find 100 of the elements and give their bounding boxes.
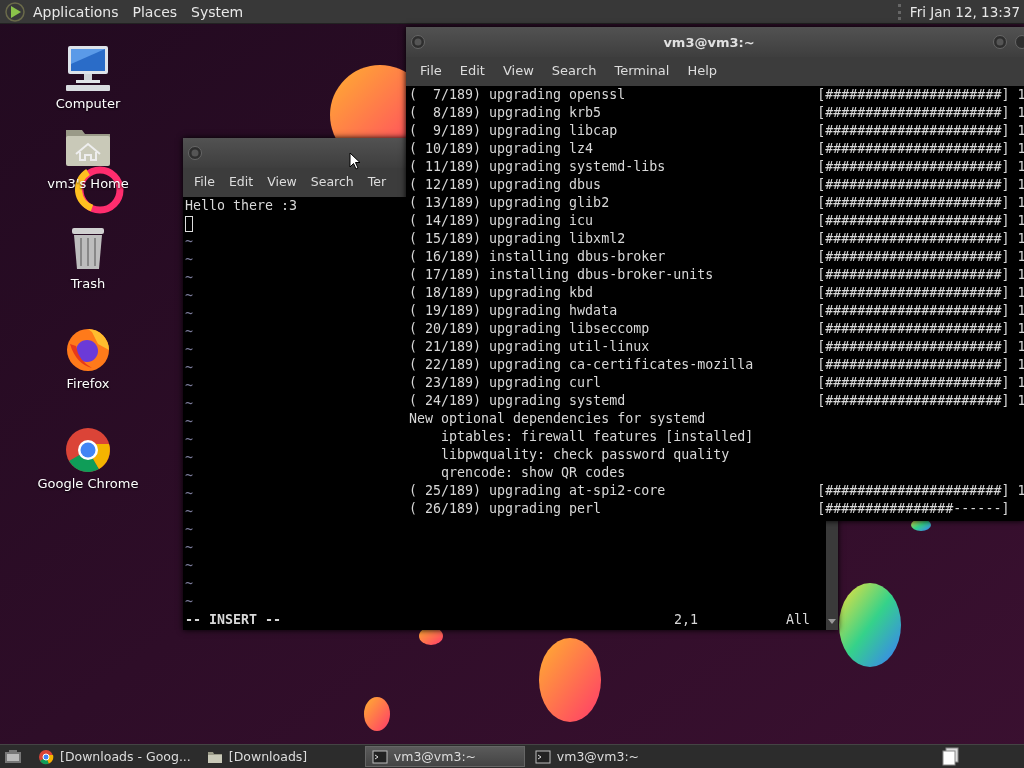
progress-bar-text: [######################] 1 [817, 284, 1024, 302]
terminal-line: ( 7/189) upgrading openssl [409, 87, 626, 102]
editor-line: Hello there :3 [185, 198, 298, 213]
empty-line-marker: ~ [185, 468, 193, 483]
menu-item[interactable]: Edit [451, 60, 493, 81]
terminal-line: ( 10/189) upgrading lz4 [409, 141, 594, 156]
empty-line-marker: ~ [185, 234, 193, 249]
terminal-icon [534, 748, 551, 765]
window-button-icon [992, 34, 1008, 50]
progress-bar-text: [######################] 1 [817, 104, 1024, 122]
progress-bar-text: [######################] 1 [817, 392, 1024, 410]
terminal-line: ( 11/189) upgrading systemd-libs [409, 159, 666, 174]
desktop-icon-label[interactable]: Google Chrome [37, 476, 139, 491]
terminal-line: ( 19/189) upgrading hwdata [409, 303, 618, 318]
terminal-line: ( 22/189) upgrading ca-certificates-mozilla [409, 357, 754, 372]
desktop-icon-label[interactable]: Firefox [66, 376, 110, 391]
progress-bar-text: [######################] 1 [817, 302, 1024, 320]
empty-line-marker: ~ [185, 396, 193, 411]
clock[interactable]: Fri Jan 12, 13:37 [903, 3, 1024, 20]
empty-line-marker: ~ [185, 486, 193, 501]
workspace-switcher-icon [941, 747, 960, 766]
terminal-line: qrencode: show QR codes [440, 464, 626, 482]
terminal-line: ( 13/189) upgrading glib2 [409, 195, 610, 210]
empty-line-marker: ~ [185, 504, 193, 519]
terminal-line: ( 18/189) upgrading kbd [409, 285, 594, 300]
progress-bar-text: [######################] 1 [817, 320, 1024, 338]
menu-item[interactable]: File [187, 171, 222, 192]
terminal-line: ( 20/189) upgrading libseccomp [409, 321, 650, 336]
progress-bar-text: [######################] 1 [817, 374, 1024, 392]
terminal-icon [371, 748, 388, 765]
terminal-line: New optional dependencies for systemd [409, 410, 706, 428]
menu-item[interactable]: Search [543, 60, 605, 81]
panel-menu[interactable]: System [184, 1, 251, 22]
editor-mode: -- INSERT -- [185, 611, 282, 629]
terminal-line: iptables: firewall features [installed] [440, 428, 754, 446]
terminal-line: ( 12/189) upgrading dbus [409, 177, 602, 192]
empty-line-marker: ~ [185, 540, 193, 555]
terminal-line: ( 23/189) upgrading curl [409, 375, 602, 390]
empty-line-marker: ~ [185, 576, 193, 591]
progress-bar-text: [######################] 1 [817, 338, 1024, 356]
terminal-line: ( 9/189) upgrading libcap [409, 123, 618, 138]
window-button-icon [1014, 34, 1024, 50]
progress-bar-text: [######################] 1 [817, 158, 1024, 176]
taskbar-button[interactable]: vm3@vm3:~ [528, 746, 689, 767]
menu-item[interactable]: Terminal [606, 60, 678, 81]
terminal-line: ( 15/189) upgrading libxml2 [409, 231, 626, 246]
show-desktop-icon [4, 747, 22, 766]
progress-bar-text: [######################] 1 [817, 356, 1024, 374]
terminal-line: ( 14/189) upgrading icu [409, 213, 594, 228]
progress-bar-text: [######################] 1 [817, 122, 1024, 140]
progress-bar-text: [######################] 1 [817, 140, 1024, 158]
empty-line-marker: ~ [185, 378, 193, 393]
taskbar-button[interactable]: [Downloads] [200, 746, 361, 767]
panel-menu[interactable]: Places [125, 1, 185, 22]
progress-bar-text: [################------] [817, 500, 1010, 518]
empty-line-marker: ~ [185, 414, 193, 429]
empty-line-marker: ~ [185, 342, 193, 357]
cursor-position: 2,1 [674, 612, 699, 627]
progress-bar-text: [######################] 1 [817, 248, 1024, 266]
down-arrow-icon [826, 616, 838, 626]
menu-item[interactable]: View [494, 60, 542, 81]
empty-line-marker: ~ [185, 252, 193, 267]
menu-item[interactable]: View [260, 171, 304, 192]
menu-item[interactable]: Help [679, 60, 726, 81]
empty-line-marker: ~ [185, 594, 193, 609]
menu-item[interactable]: Search [303, 171, 361, 192]
menu-logo-icon [4, 0, 26, 23]
terminal-line: ( 25/189) upgrading at-spi2-core [409, 483, 666, 498]
terminal-line: ( 17/189) installing dbus-broker-units [409, 267, 714, 282]
progress-bar-text: [######################] 1 [817, 212, 1024, 230]
window-title: vm3@vm3:~ [662, 34, 756, 50]
terminal-line: ( 16/189) installing dbus-broker [409, 249, 666, 264]
empty-line-marker: ~ [185, 360, 193, 375]
taskbar-button[interactable]: [Downloads - Goog... [32, 746, 197, 767]
terminal-line: ( 26/189) upgrading perl [409, 501, 602, 516]
terminal-line: ( 8/189) upgrading krb5 [409, 105, 602, 120]
scroll-position: All [786, 612, 811, 627]
empty-line-marker: ~ [185, 270, 193, 285]
window-button-icon [410, 34, 426, 50]
empty-line-marker: ~ [185, 432, 193, 447]
progress-bar-text: [######################] 1 [817, 176, 1024, 194]
panel-menu[interactable]: Applications [26, 1, 126, 22]
progress-bar-text: [######################] 1 [817, 86, 1024, 104]
empty-line-marker: ~ [185, 450, 193, 465]
empty-line-marker: ~ [185, 324, 193, 339]
text-cursor [185, 216, 193, 232]
terminal-line: ( 21/189) upgrading util-linux [409, 339, 650, 354]
terminal-line: ( 24/189) upgrading systemd [409, 393, 626, 408]
desktop-icon-label[interactable]: Trash [70, 276, 106, 291]
taskbar-button[interactable]: vm3@vm3:~ [364, 746, 525, 767]
menu-item[interactable]: File [412, 60, 450, 81]
empty-line-marker: ~ [185, 558, 193, 573]
progress-bar-text: [######################] 1 [817, 482, 1024, 500]
tricolor-circle-icon [38, 748, 54, 765]
progress-bar-text: [######################] 1 [817, 266, 1024, 284]
menu-item[interactable]: Ter [360, 171, 387, 192]
pointer-icon [349, 152, 361, 170]
desktop-icon-label[interactable]: Computer [55, 96, 121, 111]
progress-bar-text: [######################] 1 [817, 194, 1024, 212]
menu-item[interactable]: Edit [221, 171, 261, 192]
